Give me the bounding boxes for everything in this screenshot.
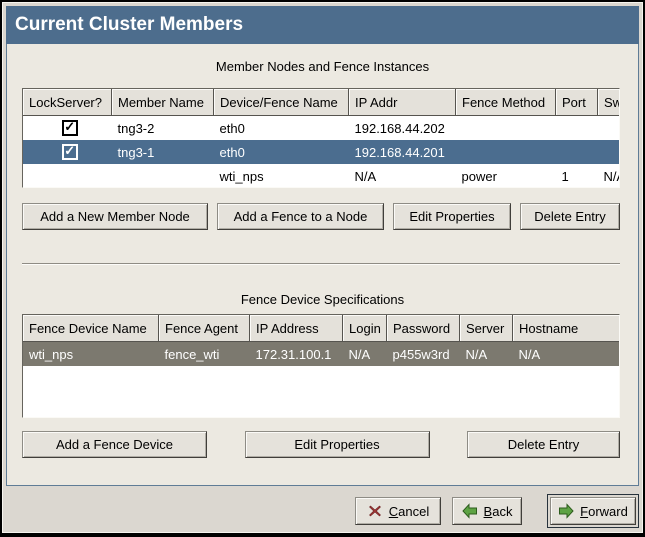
cell-hostname: N/A	[513, 342, 621, 367]
cell-ip-address: 172.31.100.1	[250, 342, 343, 367]
edit-properties-button[interactable]: Edit Properties	[245, 431, 430, 458]
cell-fence-method	[456, 116, 556, 141]
cancel-button[interactable]: Cancel	[355, 497, 441, 525]
add-fence-to-node-button[interactable]: Add a Fence to a Node	[217, 203, 384, 230]
delete-entry-button[interactable]: Delete Entry	[520, 203, 620, 230]
back-button-label: Back	[484, 504, 513, 519]
cell-fence-method	[456, 140, 556, 164]
fence-table-caption: Fence Device Specifications	[7, 292, 638, 307]
column-header-fence-device-name[interactable]: Fence Device Name	[23, 315, 159, 342]
lockserver-checkbox[interactable]	[62, 144, 78, 160]
cell-switch	[598, 140, 621, 164]
cell-port	[556, 140, 598, 164]
cell-port	[556, 116, 598, 141]
delete-entry-button[interactable]: Delete Entry	[467, 431, 620, 458]
section-separator	[22, 263, 620, 265]
cell-device-fence-name: wti_nps	[214, 164, 349, 188]
member-nodes-table: LockServer? Member Name Device/Fence Nam…	[22, 88, 620, 188]
fence-table-row-selected[interactable]: wti_nps fence_wti 172.31.100.1 N/A p455w…	[23, 342, 620, 367]
forward-button-default-ring: Forward	[547, 494, 639, 528]
column-header-device-fence-name[interactable]: Device/Fence Name	[214, 89, 349, 116]
member-table-header-row: LockServer? Member Name Device/Fence Nam…	[23, 89, 620, 116]
column-header-member-name[interactable]: Member Name	[112, 89, 214, 116]
content-panel: Member Nodes and Fence Instances LockSer…	[6, 44, 639, 486]
cell-device-fence-name: eth0	[214, 116, 349, 141]
edit-properties-button[interactable]: Edit Properties	[393, 203, 511, 230]
column-header-hostname[interactable]: Hostname	[513, 315, 621, 342]
column-header-ip-address[interactable]: IP Address	[250, 315, 343, 342]
cell-fence-agent: fence_wti	[159, 342, 250, 367]
cell-member-name: tng3-2	[112, 116, 214, 141]
add-fence-device-button[interactable]: Add a Fence Device	[22, 431, 207, 458]
column-header-server[interactable]: Server	[460, 315, 513, 342]
back-button-slot: Back	[452, 497, 522, 525]
member-table-caption: Member Nodes and Fence Instances	[7, 59, 638, 74]
cell-ip-addr: 192.168.44.202	[349, 116, 456, 141]
cell-ip-addr: N/A	[349, 164, 456, 188]
fence-table-header-row: Fence Device Name Fence Agent IP Address…	[23, 315, 620, 342]
member-table-row[interactable]: wti_nps N/A power 1 N/A	[23, 164, 620, 188]
fence-devices-table: Fence Device Name Fence Agent IP Address…	[22, 314, 620, 418]
fence-button-row: Add a Fence Device Edit Properties Delet…	[22, 431, 620, 458]
member-table-row-selected[interactable]: tng3-1 eth0 192.168.44.201	[23, 140, 620, 164]
cell-fence-device-name: wti_nps	[23, 342, 159, 367]
cell-switch: N/A	[598, 164, 621, 188]
cell-port: 1	[556, 164, 598, 188]
cell-server: N/A	[460, 342, 513, 367]
forward-button-label: Forward	[580, 504, 628, 519]
wizard-window: Current Cluster Members Member Nodes and…	[2, 2, 643, 533]
column-header-fence-method[interactable]: Fence Method	[456, 89, 556, 116]
member-table-row[interactable]: tng3-2 eth0 192.168.44.202	[23, 116, 620, 141]
add-member-node-button[interactable]: Add a New Member Node	[22, 203, 208, 230]
page-title: Current Cluster Members	[6, 6, 639, 44]
cell-switch	[598, 116, 621, 141]
column-header-password[interactable]: Password	[387, 315, 460, 342]
cell-device-fence-name: eth0	[214, 140, 349, 164]
column-header-ip-addr[interactable]: IP Addr	[349, 89, 456, 116]
page-title-text: Current Cluster Members	[15, 14, 243, 35]
cancel-button-label: Cancel	[389, 504, 429, 519]
cancel-button-slot: Cancel	[355, 497, 441, 525]
column-header-login[interactable]: Login	[343, 315, 387, 342]
forward-button[interactable]: Forward	[550, 497, 636, 525]
column-header-lockserver[interactable]: LockServer?	[23, 89, 112, 116]
cell-login: N/A	[343, 342, 387, 367]
back-button[interactable]: Back	[452, 497, 522, 525]
arrow-right-icon	[558, 503, 574, 519]
column-header-switch[interactable]: Switch	[598, 89, 621, 116]
lockserver-checkbox[interactable]	[62, 120, 78, 136]
cell-password: p455w3rd	[387, 342, 460, 367]
cell-member-name: tng3-1	[112, 140, 214, 164]
cell-ip-addr: 192.168.44.201	[349, 140, 456, 164]
cancel-x-icon	[367, 503, 383, 519]
arrow-left-icon	[462, 503, 478, 519]
cell-fence-method: power	[456, 164, 556, 188]
column-header-fence-agent[interactable]: Fence Agent	[159, 315, 250, 342]
member-button-row: Add a New Member Node Add a Fence to a N…	[22, 203, 620, 230]
column-header-port[interactable]: Port	[556, 89, 598, 116]
cell-member-name	[112, 164, 214, 188]
screen: { "window": { "title": "Current Cluster …	[0, 0, 645, 537]
